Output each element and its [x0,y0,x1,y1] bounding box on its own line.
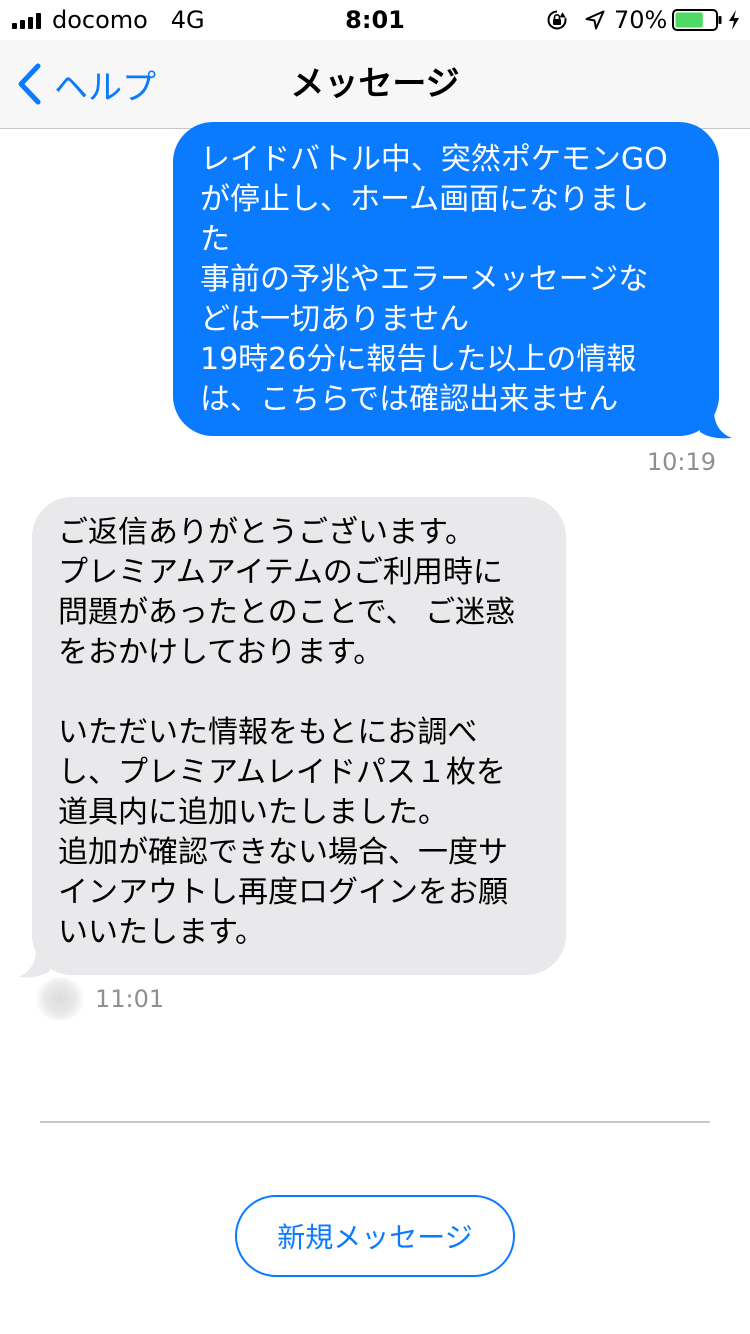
outgoing-message-bubble[interactable]: レイドバトル中、突然ポケモンGO が停止し、ホーム画面になりまし た 事前の予兆… [173,122,719,436]
orientation-lock-icon [547,10,567,30]
battery-percent: 70% [614,6,668,34]
battery-icon [672,9,722,31]
incoming-message-bubble[interactable]: ご返信ありがとうございます。 プレミアムアイテムのご利用時に 問題があったとのこ… [32,497,566,975]
navigation-bar: ヘルプ メッセージ [0,40,750,129]
incoming-message-timestamp: 11:01 [95,985,165,1013]
charging-bolt-icon [729,10,739,30]
page-title: メッセージ [290,64,460,104]
divider [40,1121,710,1123]
avatar [34,978,86,1020]
location-arrow-icon [585,10,605,30]
outgoing-message-timestamp: 10:19 [646,448,716,476]
new-message-button[interactable]: 新規メッセージ [235,1195,515,1277]
status-bar: docomo 4G 8:01 70% [0,0,750,40]
